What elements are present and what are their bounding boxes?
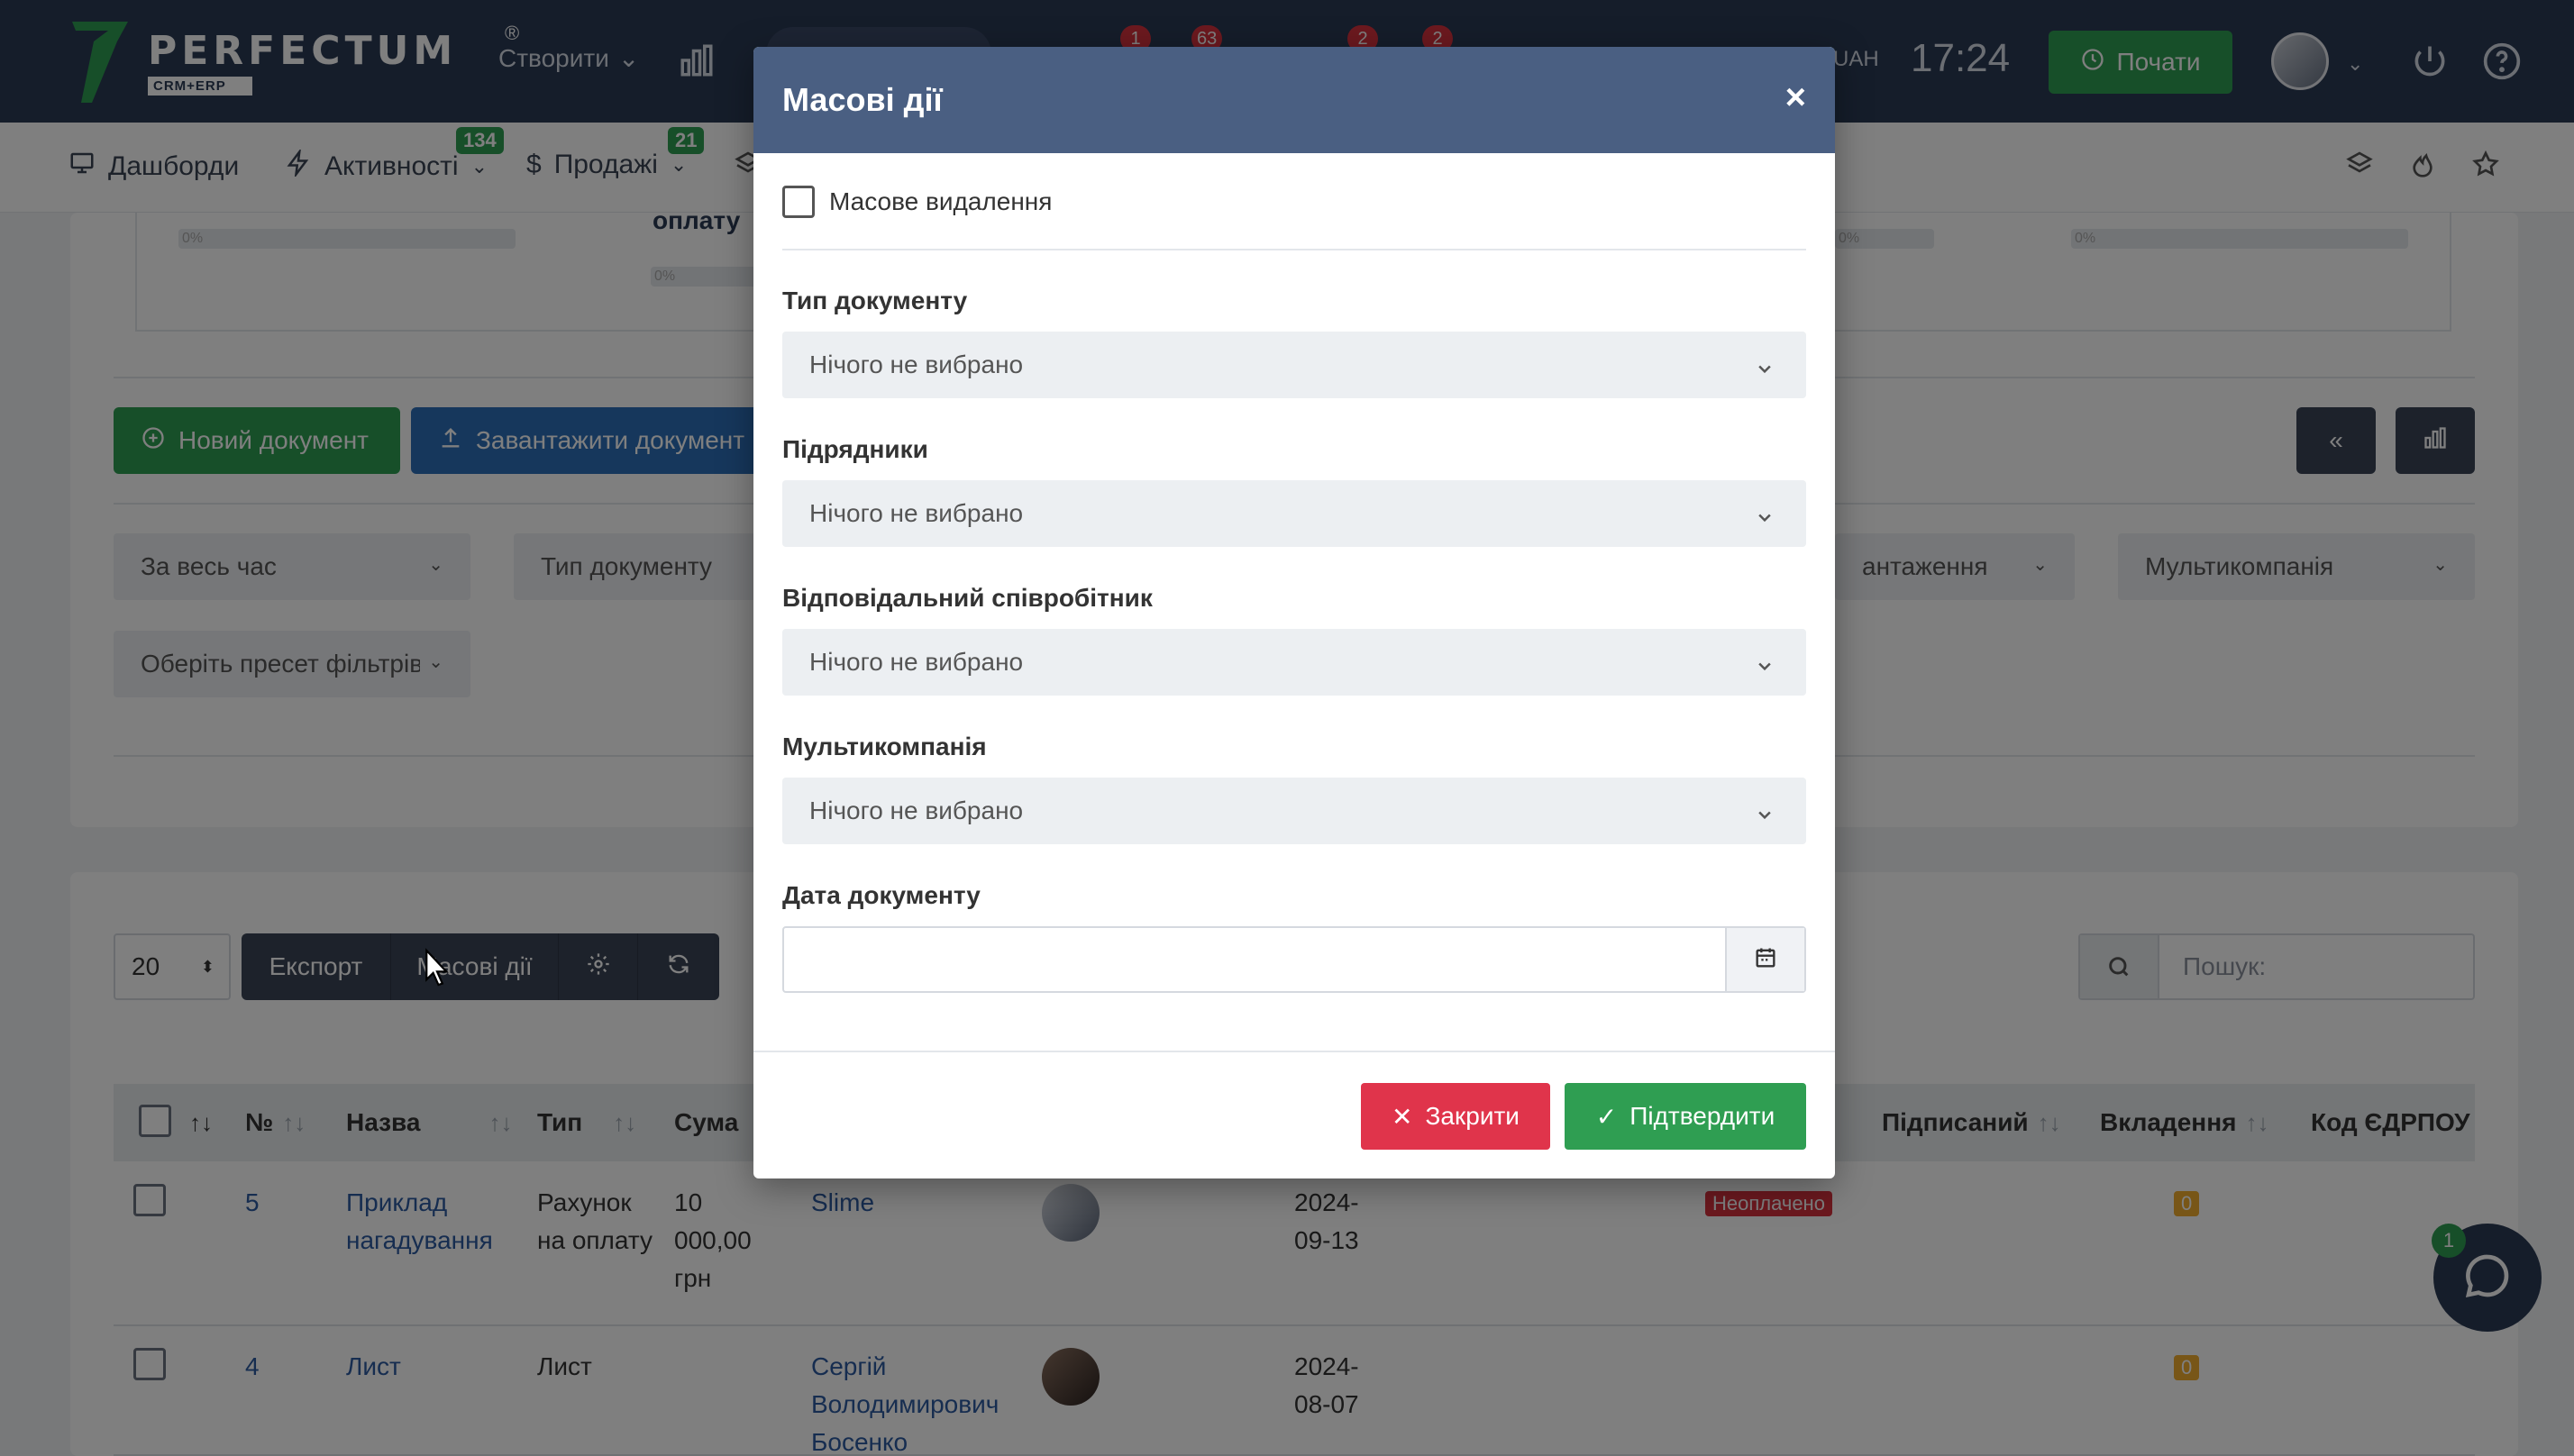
mass-actions-modal: Масові дії × Масове видалення Тип докуме…: [753, 47, 1835, 1178]
calendar-icon: [1753, 945, 1778, 975]
divider: [782, 249, 1806, 250]
field-label-doc-type: Тип документу: [782, 287, 968, 314]
document-date-field: [782, 926, 1806, 993]
field-label-responsible: Відповідальний співробітник: [782, 584, 1153, 612]
x-icon: ✕: [1392, 1102, 1413, 1131]
contractors-select-value: Нічого не вибрано: [809, 499, 1024, 527]
calendar-button[interactable]: [1725, 928, 1804, 991]
mass-delete-label[interactable]: Масове видалення: [829, 187, 1052, 216]
modal-header: Масові дії ×: [753, 47, 1835, 153]
close-icon[interactable]: ×: [1785, 77, 1806, 118]
check-icon: ✓: [1595, 1102, 1618, 1131]
doc-type-select[interactable]: Нічого не вибрано: [782, 332, 1806, 398]
document-date-input[interactable]: [784, 928, 1725, 991]
multicompany-select-value: Нічого не вибрано: [809, 796, 1024, 824]
mouse-cursor-icon: [424, 948, 451, 992]
close-button[interactable]: ✕ Закрити: [1361, 1083, 1550, 1150]
field-label-document-date: Дата документу: [782, 881, 981, 909]
field-label-multicompany: Мультикомпанія: [782, 733, 987, 760]
field-label-contractors: Підрядники: [782, 435, 928, 463]
responsible-employee-select[interactable]: Нічого не вибрано: [782, 629, 1806, 696]
mass-delete-checkbox[interactable]: [782, 186, 815, 218]
doc-type-select-value: Нічого не вибрано: [809, 350, 1024, 378]
responsible-employee-select-value: Нічого не вибрано: [809, 648, 1024, 676]
chevron-down-icon: [1756, 801, 1774, 830]
confirm-button[interactable]: ✓ Підтвердити: [1565, 1083, 1806, 1150]
divider: [753, 1051, 1835, 1052]
chevron-down-icon: [1756, 504, 1774, 532]
chevron-down-icon: [1756, 652, 1774, 681]
confirm-button-label: Підтвердити: [1629, 1102, 1775, 1130]
chevron-down-icon: [1756, 355, 1774, 384]
contractors-select[interactable]: Нічого не вибрано: [782, 480, 1806, 547]
multicompany-select[interactable]: Нічого не вибрано: [782, 778, 1806, 844]
modal-title: Масові дії: [782, 81, 943, 118]
close-button-label: Закрити: [1425, 1102, 1520, 1130]
